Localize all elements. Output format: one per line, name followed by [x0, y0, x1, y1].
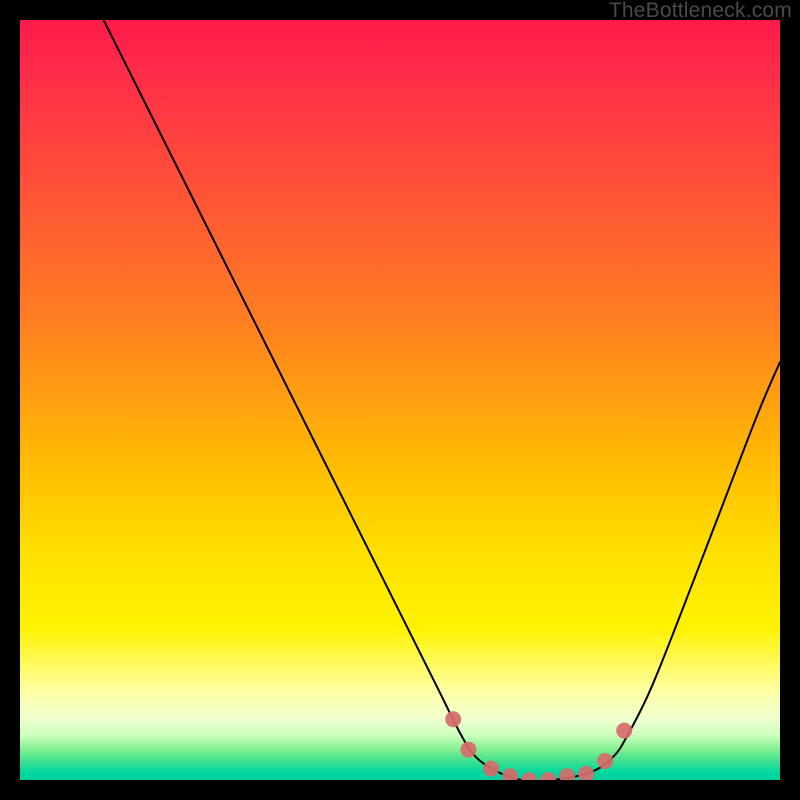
highlight-dots — [445, 711, 632, 780]
highlight-dot — [578, 766, 594, 780]
highlight-dot — [445, 711, 461, 727]
highlight-dot — [540, 772, 556, 780]
bottleneck-curve — [104, 20, 780, 780]
highlight-dot — [483, 761, 499, 777]
highlight-dot — [502, 768, 518, 780]
highlight-dot — [460, 742, 476, 758]
highlight-dot — [597, 753, 613, 769]
chart-plot-area — [20, 20, 780, 780]
chart-frame: TheBottleneck.com — [0, 0, 800, 800]
attribution-text: TheBottleneck.com — [609, 0, 792, 22]
highlight-dot — [559, 768, 575, 780]
chart-svg — [20, 20, 780, 780]
highlight-dot — [521, 772, 537, 780]
highlight-dot — [616, 723, 632, 739]
